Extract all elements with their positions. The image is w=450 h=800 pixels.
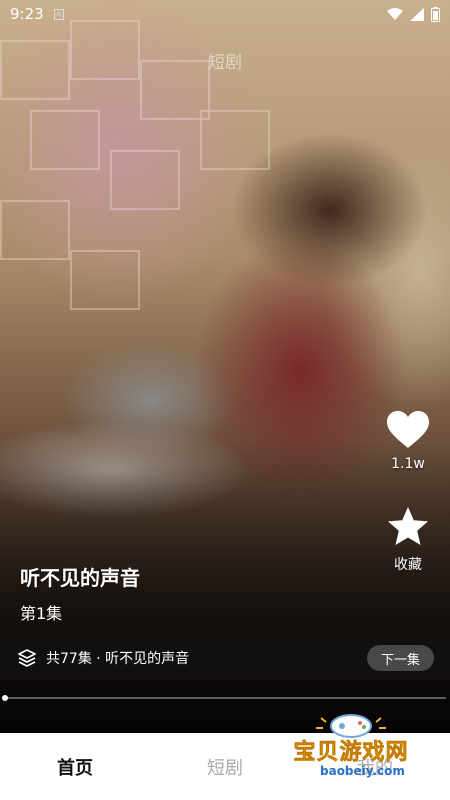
heart-icon	[387, 411, 429, 448]
series-info: 共77集 · 听不见的声音	[46, 651, 190, 667]
status-bar: 9:23 A	[0, 0, 450, 28]
sim-icon: A	[53, 8, 64, 20]
watermark-logo: 宝贝游戏网 baobeiy.com	[276, 708, 426, 794]
episode-label: 第1集	[20, 604, 63, 623]
wifi-icon	[387, 7, 403, 20]
watermark-text: 宝贝游戏网	[293, 740, 409, 766]
status-time: 9:23	[10, 5, 44, 23]
series-bar[interactable]: 共77集 · 听不见的声音 下一集	[0, 636, 450, 680]
watermark-url: baobeiy.com	[320, 764, 405, 778]
video-player[interactable]	[0, 0, 450, 733]
like-button[interactable]: 1.1w	[378, 410, 438, 472]
layers-icon	[18, 649, 36, 667]
tab-home[interactable]: 首页	[0, 754, 150, 780]
next-episode-button[interactable]: 下一集	[366, 645, 434, 671]
progress-bar[interactable]	[2, 695, 446, 701]
favorite-label: 收藏	[394, 557, 422, 573]
page-title: 短剧	[208, 53, 242, 73]
video-title: 听不见的声音	[20, 566, 140, 590]
star-icon	[388, 507, 428, 545]
signal-icon	[410, 7, 424, 21]
battery-icon	[431, 6, 440, 22]
progress-knob[interactable]	[2, 695, 8, 701]
favorite-button[interactable]: 收藏	[378, 506, 438, 574]
like-count: 1.1w	[391, 456, 425, 472]
